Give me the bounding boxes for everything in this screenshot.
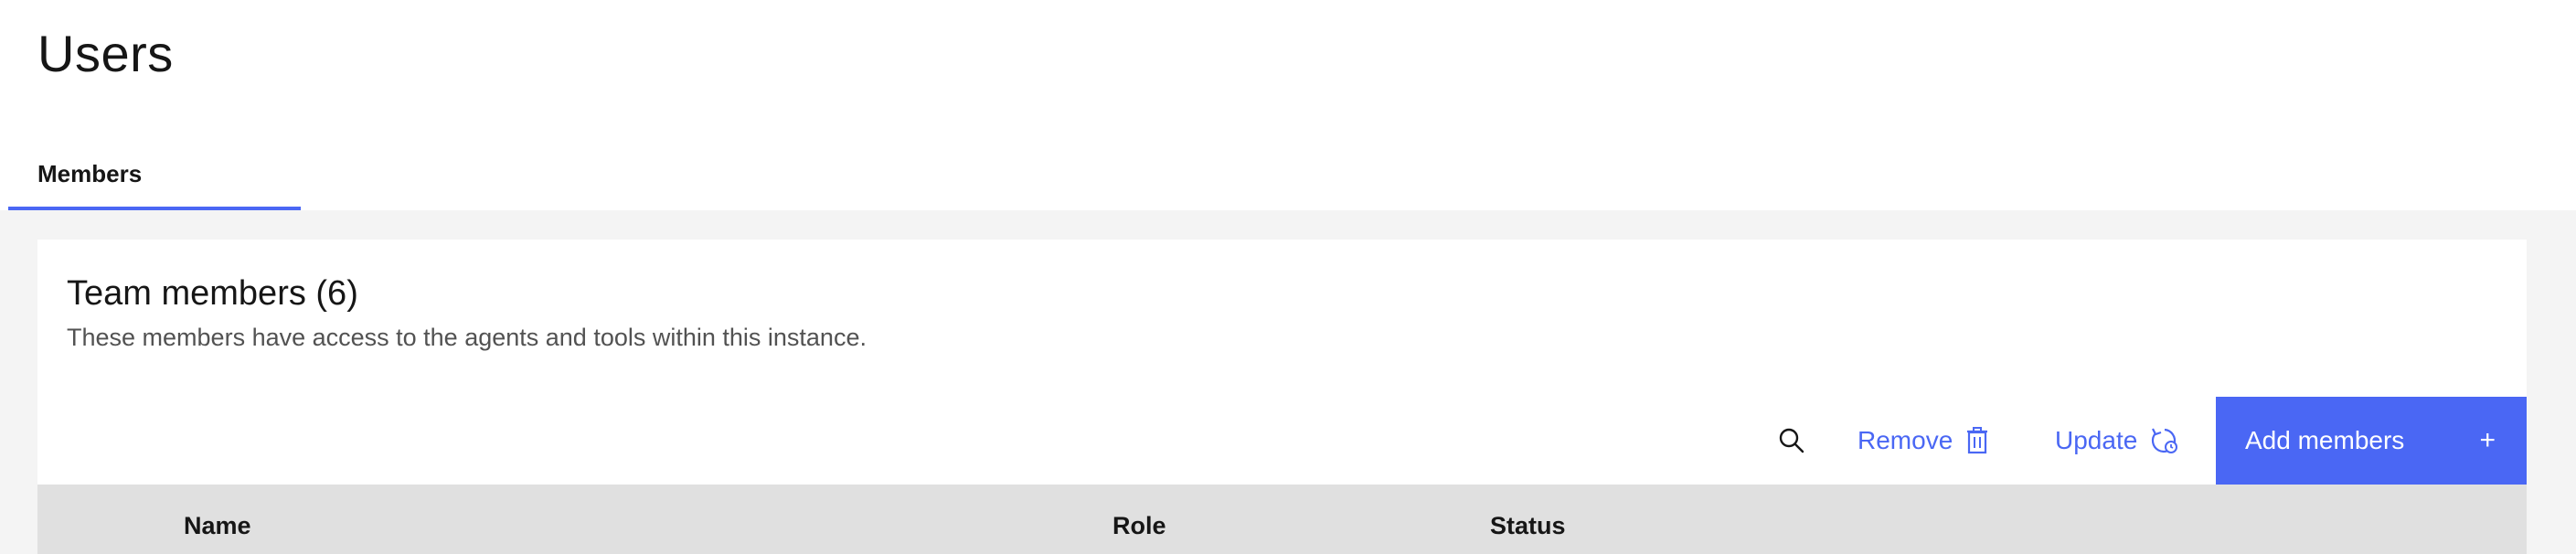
update-button[interactable]: Update <box>2055 397 2179 485</box>
card-description: These members have access to the agents … <box>67 324 867 351</box>
table-header: Name Role Status <box>37 485 2527 554</box>
remove-button[interactable]: Remove <box>1857 397 1989 485</box>
remove-label: Remove <box>1857 426 1953 454</box>
column-header-name[interactable]: Name <box>184 512 251 540</box>
page-title: Users <box>37 25 174 82</box>
search-icon <box>1778 427 1805 454</box>
tab-label: Members <box>37 160 143 187</box>
column-header-role[interactable]: Role <box>1112 512 1166 540</box>
table-toolbar: Remove Update Add members + <box>37 397 2527 485</box>
team-members-card: Team members (6) These members have acce… <box>37 240 2527 554</box>
update-label: Update <box>2055 426 2138 454</box>
card-title: Team members (6) <box>67 274 358 313</box>
page-header: Users Members <box>0 0 2576 210</box>
add-members-label: Add members <box>2245 426 2405 454</box>
trash-icon <box>1965 427 1989 454</box>
plus-icon: + <box>2479 425 2496 455</box>
add-members-button[interactable]: Add members + <box>2216 397 2527 485</box>
column-header-status[interactable]: Status <box>1490 512 1566 540</box>
search-button[interactable] <box>1748 397 1836 485</box>
refresh-icon <box>2150 426 2179 455</box>
tab-members[interactable]: Members <box>8 155 301 210</box>
